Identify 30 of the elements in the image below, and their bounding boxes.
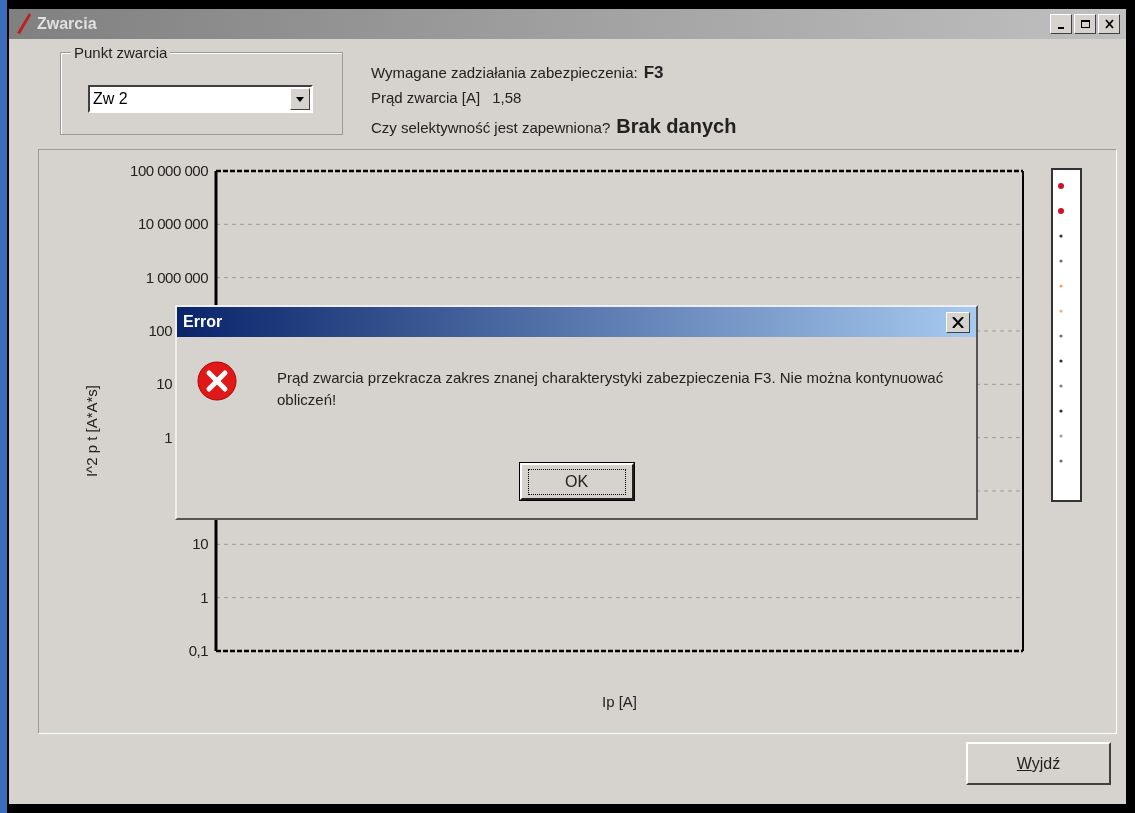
axis-tick-label: 10 [192,535,208,553]
ok-button[interactable]: OK [519,463,634,500]
fault-point-dropdown[interactable]: Zw 2 [88,85,313,113]
quill-icon [15,13,31,35]
info-label: Wymagane zadziałania zabezpieczenia: [371,64,638,81]
info-label: Czy selektywność jest zapewniona? [371,119,611,136]
info-value: 1,58 [492,89,522,106]
info-value: Brak danych [616,115,737,138]
axis-tick-label: 10 000 000 [137,215,208,233]
group-label: Punkt zwarcia [71,44,171,61]
axis-tick-label: 0,1 [188,642,208,659]
axis-tick-label: 100 [148,322,172,339]
error-message: Prąd zwarcia przekracza zakres znanej charakterystyki zabezpieczenia F3. Nie można kontynuować obliczeń! [277,368,945,410]
x-axis-label: Ip [A] [602,693,637,710]
axis-tick-label: 10 [156,375,172,393]
minimize-icon[interactable] [1050,14,1072,34]
y-axis-label: I^2 p t [A*A*s] [83,384,100,478]
close-icon[interactable] [946,311,970,333]
error-icon [197,361,237,401]
axis-tick-label: 100 000 000 [130,162,208,179]
window-title: Zwarcia [37,15,98,33]
dialog-title: Error [183,313,223,331]
axis-tick-label: 1 [164,428,172,446]
axis-tick-label: 1 000 000 [145,268,208,286]
close-icon[interactable] [1098,14,1120,34]
axis-tick-label: 1 [200,588,208,606]
info-value: F3 [643,63,664,83]
info-label: Prąd zwarcia [A] [371,89,481,106]
maximize-icon[interactable] [1074,14,1096,34]
exit-button[interactable]: Wyjdź [966,742,1111,785]
